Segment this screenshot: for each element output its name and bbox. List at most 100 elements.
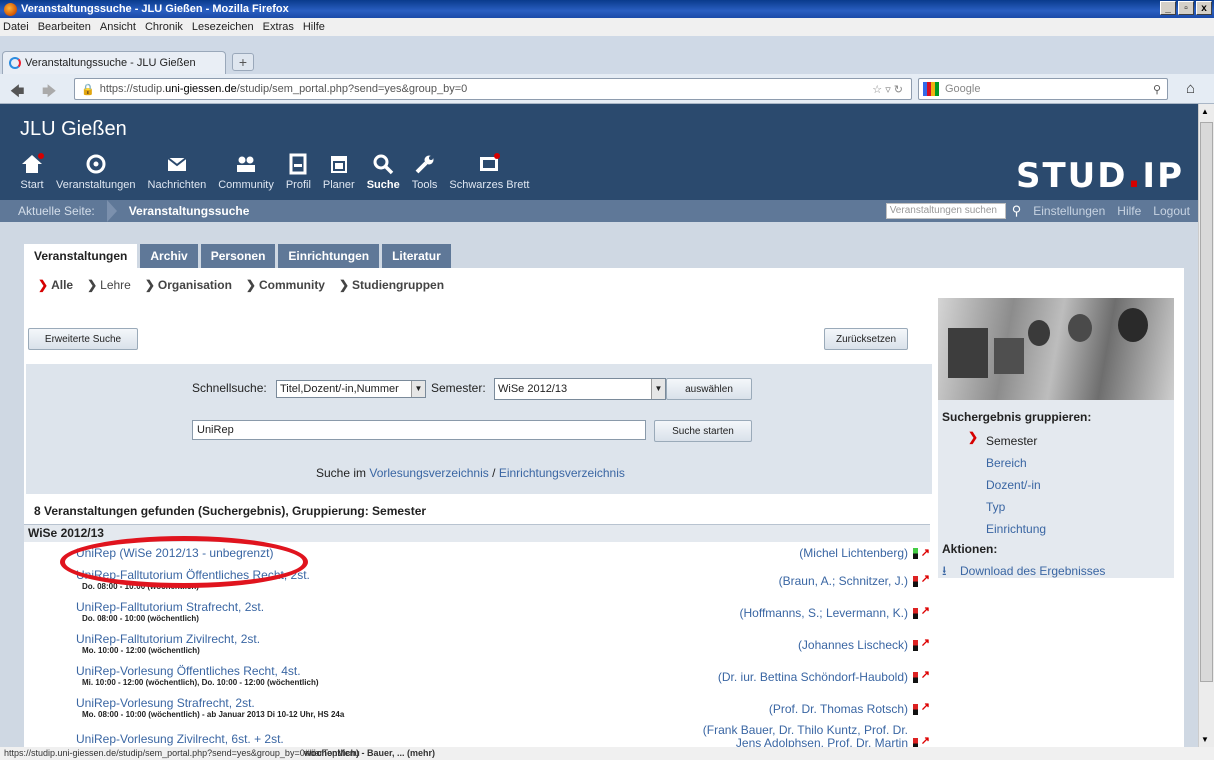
search-in-label: Suche im [316,466,367,480]
external-link-icon[interactable]: ↗ [921,604,930,617]
lecturer-link[interactable]: (Frank Bauer, Dr. Thilo Kuntz, Prof. Dr.… [698,724,908,748]
menu-chronik[interactable]: Chronik [145,21,183,33]
lecturer-link[interactable]: (Dr. iur. Bettina Schöndorf-Haubold) [718,670,908,684]
calendar-icon [330,156,347,173]
einrichtungsverzeichnis-link[interactable]: Einrichtungsverzeichnis [499,466,625,480]
community-icon [237,156,256,172]
bookmark-star-icon[interactable]: ☆ ▿ ↻ [872,83,903,96]
google-search-box[interactable]: Google ⚲ [918,78,1168,100]
menu-bearbeiten[interactable]: Bearbeiten [38,21,91,33]
tab-literatur[interactable]: Literatur [382,244,451,268]
subnav-lehre[interactable]: ❯ Lehre [87,278,131,292]
maximize-button[interactable]: ▫ [1178,1,1194,15]
tab-archiv[interactable]: Archiv [140,244,198,268]
sub-navigation: ❯ Alle ❯ Lehre ❯ Organisation ❯ Community ❯ S… [38,278,444,292]
external-link-icon[interactable]: ↗ [921,700,930,713]
lecturer-link[interactable]: (Braun, A.; Schnitzer, J.) [779,574,908,588]
logo-dot: . [1127,156,1143,196]
menu-lesezeichen[interactable]: Lesezeichen [192,21,254,33]
download-link[interactable]: Download des Ergebnisses [960,564,1105,578]
link-logout[interactable]: Logout [1153,204,1190,218]
lecturer-link[interactable]: (Michel Lichtenberg) [799,546,908,560]
menu-datei[interactable]: Datei [3,21,29,33]
lecturer-link[interactable]: (Hoffmanns, S.; Levermann, K.) [739,606,908,620]
lock-icon: 🔒 [81,83,95,96]
course-link[interactable]: UniRep-Vorlesung Strafrecht, 2st. [76,696,255,710]
group-dozent[interactable]: Dozent/-in [986,478,1041,492]
scroll-up-icon[interactable]: ▲ [1201,107,1209,116]
menu-extras[interactable]: Extras [263,21,294,33]
group-einrichtung[interactable]: Einrichtung [986,522,1046,536]
sidebar: Suchergebnis gruppieren: ❯ Semester Bere… [938,298,1174,578]
scroll-thumb[interactable] [1200,122,1213,682]
extended-search-button[interactable]: Erweiterte Suche [28,328,138,350]
reset-button[interactable]: Zurücksetzen [824,328,908,350]
link-einstellungen[interactable]: Einstellungen [1033,204,1105,218]
studip-logo[interactable]: STUD.IP [1016,156,1184,196]
new-tab-button[interactable]: + [232,53,254,71]
menu-hilfe[interactable]: Hilfe [303,21,325,33]
nav-suche[interactable]: Suche [361,152,406,191]
forward-arrow-icon[interactable]: 🡆 [42,81,56,105]
external-link-icon[interactable]: ↗ [921,636,930,649]
course-link[interactable]: UniRep-Falltutorium Zivilrecht, 2st. [76,632,260,646]
tab-veranstaltungen[interactable]: Veranstaltungen [24,244,138,268]
group-typ[interactable]: Typ [986,500,1005,514]
site-title[interactable]: JLU Gießen [20,118,127,141]
status-icon [913,704,918,715]
subnav-community[interactable]: ❯ Community [246,278,325,292]
minimize-button[interactable]: _ [1160,1,1176,15]
external-link-icon[interactable]: ↗ [921,734,930,747]
chevron-right-icon: ❯ [144,278,155,292]
nav-bar: 🡄 🡆 🔒 https://studip. uni-giessen.de/stud… [0,74,1214,104]
scroll-down-icon[interactable]: ▼ [1201,735,1209,744]
external-link-icon[interactable]: ↗ [921,668,930,681]
nav-nachrichten[interactable]: Nachrichten [142,152,213,191]
browser-tab[interactable]: Veranstaltungssuche - JLU Gießen [2,51,226,74]
group-bereich[interactable]: Bereich [986,456,1027,470]
menu-bar: Datei Bearbeiten Ansicht Chronik Lesezei… [0,18,1214,36]
url-suffix: /studip/sem_portal.php?send=yes&group_by… [236,83,468,95]
vorlesungsverzeichnis-link[interactable]: Vorlesungsverzeichnis [369,466,488,480]
select-button[interactable]: auswählen [666,378,752,400]
quick-search-select[interactable]: Titel,Dozent/-in,Nummer ▼ [276,380,426,398]
nav-planer[interactable]: Planer [317,152,361,191]
menu-ansicht[interactable]: Ansicht [100,21,136,33]
vertical-scrollbar[interactable]: ▲ ▼ [1198,104,1214,747]
nav-veranstaltungen[interactable]: Veranstaltungen [50,152,142,191]
course-link[interactable]: UniRep-Vorlesung Öffentliches Recht, 4st… [76,664,301,678]
start-search-button[interactable]: Suche starten [654,420,752,442]
magnifier-icon[interactable]: ⚲ [1153,83,1161,96]
external-link-icon[interactable]: ↗ [921,546,930,559]
home-icon[interactable]: ⌂ [1186,80,1195,97]
nav-community[interactable]: Community [212,152,280,191]
course-link[interactable]: UniRep-Vorlesung Zivilrecht, 6st. + 2st. [76,732,284,746]
subnav-studiengruppen[interactable]: ❯ Studiengruppen [339,278,444,292]
lecturer-link[interactable]: (Johannes Lischeck) [798,638,908,652]
subnav-organisation[interactable]: ❯ Organisation [145,278,232,292]
lecturer-link[interactable]: (Prof. Dr. Thomas Rotsch) [769,702,908,716]
tab-favicon-icon [9,57,21,69]
search-scope: Suche im Vorlesungsverzeichnis / Einrich… [316,466,625,480]
subnav-alle[interactable]: ❯ Alle [38,278,73,292]
back-arrow-icon[interactable]: 🡄 [10,81,24,105]
nav-tools[interactable]: Tools [406,152,444,191]
nav-start[interactable]: Start [14,152,50,191]
group-semester[interactable]: Semester [986,434,1037,448]
quick-search-icon[interactable]: ⚲ [1012,203,1022,219]
external-link-icon[interactable]: ↗ [921,572,930,585]
search-input[interactable]: UniRep [192,420,646,440]
home-icon [22,153,44,173]
subnav-label: Studiengruppen [352,278,445,292]
tab-einrichtungen[interactable]: Einrichtungen [278,244,380,268]
close-button[interactable]: x [1196,1,1212,15]
nav-schwarzes-brett[interactable]: Schwarzes Brett [443,152,535,191]
nav-profil[interactable]: Profil [280,152,317,191]
nav-label: Start [20,179,44,191]
semester-select[interactable]: WiSe 2012/13 ▼ [494,378,666,400]
course-link[interactable]: UniRep-Falltutorium Strafrecht, 2st. [76,600,264,614]
link-hilfe[interactable]: Hilfe [1117,204,1141,218]
quick-search-input[interactable]: Veranstaltungen suchen [885,203,1006,219]
url-bar[interactable]: 🔒 https://studip. uni-giessen.de/studip/s… [74,78,912,100]
tab-personen[interactable]: Personen [200,244,276,268]
